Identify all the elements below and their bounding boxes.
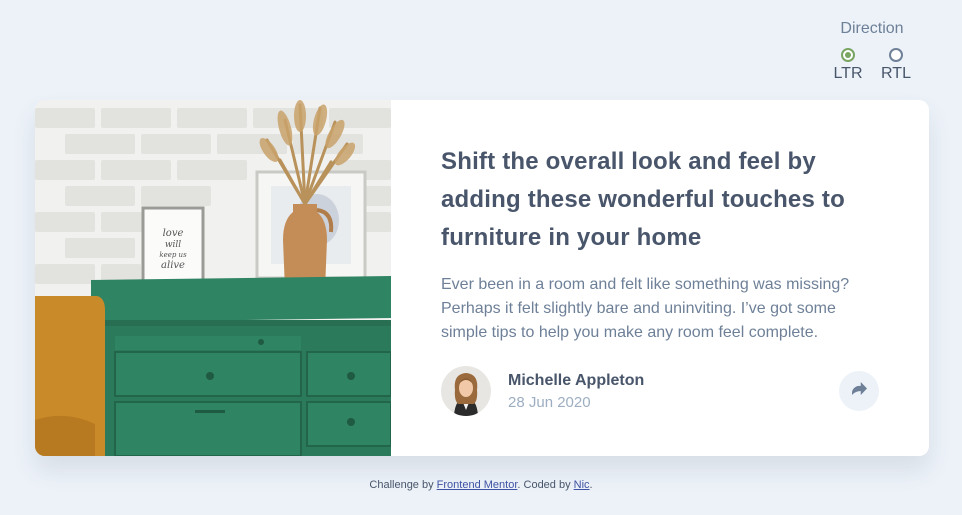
post-date: 28 Jun 2020 (508, 393, 591, 411)
author-info: Michelle Appleton 28 Jun 2020 (441, 366, 644, 416)
direction-ltr-option[interactable]: LTR (830, 48, 866, 83)
rtl-radio[interactable] (889, 48, 903, 62)
attribution-middle: . Coded by (517, 479, 574, 491)
direction-options: LTR RTL (826, 48, 918, 83)
card-body: Shift the overall look and feel by addin… (391, 100, 929, 456)
article-excerpt: Ever been in a room and felt like someth… (441, 276, 850, 341)
attribution-prefix: Challenge by (369, 479, 437, 491)
author-text: Michelle Appleton 28 Jun 2020 (508, 372, 644, 411)
author-link[interactable]: Nic (574, 479, 590, 491)
svg-text:will: will (165, 240, 181, 250)
ltr-label[interactable]: LTR (833, 65, 862, 83)
frontend-mentor-link[interactable]: Frontend Mentor (437, 479, 518, 491)
direction-selector: Direction LTR RTL (826, 20, 918, 83)
svg-text:keep us: keep us (159, 251, 187, 259)
author-name: Michelle Appleton (508, 371, 645, 389)
drawers-image: love will keep us alive (35, 100, 391, 456)
article-headline[interactable]: Shift the overall look and feel by addin… (441, 143, 881, 257)
share-button[interactable] (839, 371, 879, 411)
article-card: love will keep us alive Shift the overal… (35, 100, 929, 456)
direction-rtl-option[interactable]: RTL (878, 48, 914, 83)
attribution-suffix: . (589, 479, 593, 491)
ltr-radio[interactable] (841, 48, 855, 62)
avatar (441, 366, 491, 416)
svg-text:alive: alive (161, 260, 185, 271)
attribution: Challenge by Frontend Mentor. Coded by N… (0, 479, 962, 491)
direction-title: Direction (840, 20, 904, 37)
svg-text:love: love (163, 228, 184, 239)
share-icon (851, 382, 867, 400)
rtl-label[interactable]: RTL (881, 65, 911, 83)
